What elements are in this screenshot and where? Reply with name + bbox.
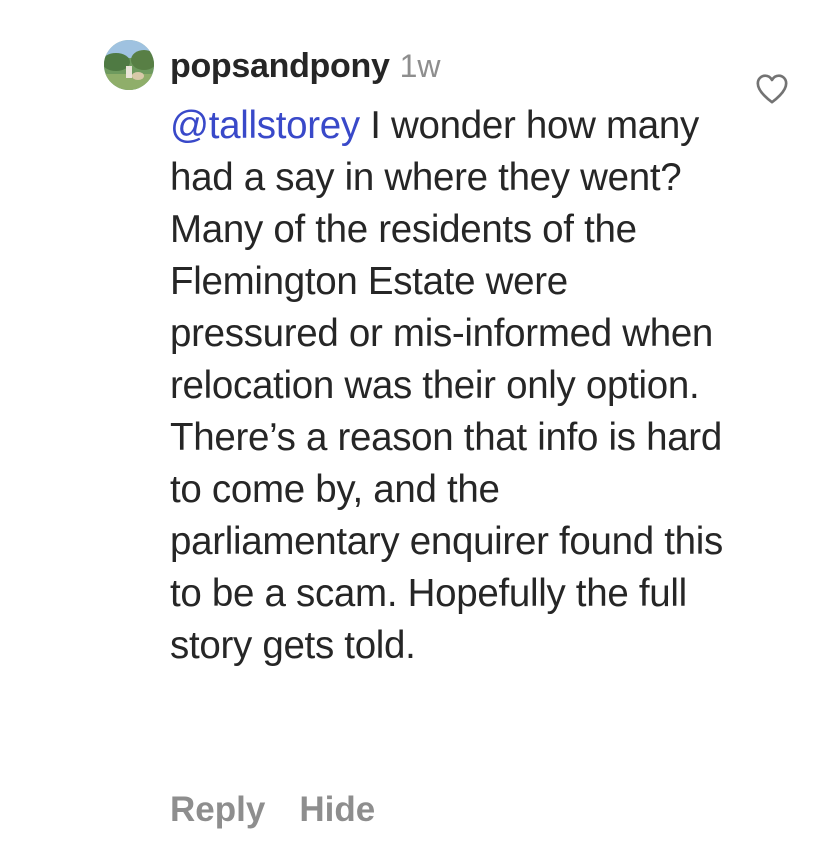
hide-button[interactable]: Hide <box>299 790 375 830</box>
comment-timestamp: 1w <box>399 47 441 84</box>
comment: popsandpony 1w @tallstorey I wonder how … <box>0 0 828 863</box>
avatar-photo <box>104 40 154 90</box>
username-link[interactable]: popsandpony <box>170 47 390 86</box>
reply-button[interactable]: Reply <box>170 790 265 830</box>
user-avatar[interactable] <box>104 40 154 90</box>
comment-text: I wonder how many had a say in where the… <box>170 104 723 667</box>
heart-outline-icon <box>756 74 788 104</box>
mention-link[interactable]: @tallstorey <box>170 104 360 147</box>
comment-body: @tallstorey I wonder how many had a say … <box>170 100 730 672</box>
like-button[interactable] <box>752 68 792 108</box>
comment-header: popsandpony 1w <box>170 40 440 92</box>
comment-actions: Reply Hide <box>170 790 409 830</box>
